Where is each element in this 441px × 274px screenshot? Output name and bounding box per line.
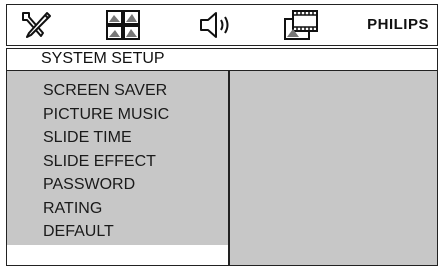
page-title: SYSTEM SETUP [41, 50, 165, 67]
menu-list-pane: SCREEN SAVER PICTURE MUSIC SLIDE TIME SL… [7, 71, 228, 245]
setup-menu: SCREEN SAVER PICTURE MUSIC SLIDE TIME SL… [43, 79, 169, 244]
menu-item-slide-effect[interactable]: SLIDE EFFECT [43, 150, 169, 174]
menu-panel: SCREEN SAVER PICTURE MUSIC SLIDE TIME SL… [6, 70, 438, 266]
film-frame-icon[interactable] [283, 9, 319, 41]
menu-item-password[interactable]: PASSWORD [43, 173, 169, 197]
title-bar: SYSTEM SETUP [6, 48, 438, 72]
tools-icon[interactable] [17, 9, 53, 41]
setup-screen: PHILIPS SYSTEM SETUP SCREEN SAVER PICTUR… [0, 0, 441, 274]
menu-item-screen-saver[interactable]: SCREEN SAVER [43, 79, 169, 103]
menu-item-picture-music[interactable]: PICTURE MUSIC [43, 103, 169, 127]
options-pane [230, 71, 437, 265]
top-icon-bar: PHILIPS [6, 4, 438, 46]
menu-item-default[interactable]: DEFAULT [43, 220, 169, 244]
brand-logo: PHILIPS [367, 16, 429, 33]
menu-item-rating[interactable]: RATING [43, 197, 169, 221]
menu-item-slide-time[interactable]: SLIDE TIME [43, 126, 169, 150]
picture-grid-icon[interactable] [105, 9, 141, 41]
speaker-icon[interactable] [197, 9, 233, 41]
